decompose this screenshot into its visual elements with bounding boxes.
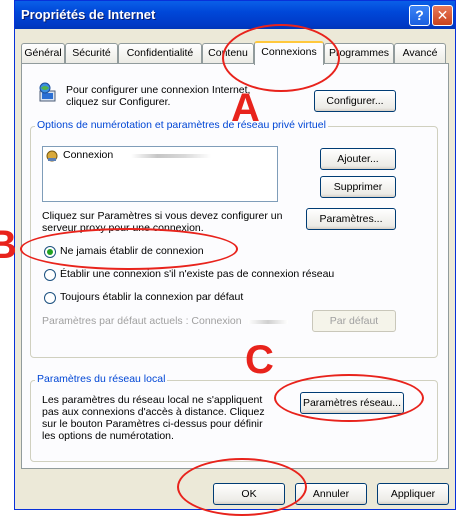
tab-security[interactable]: Sécurité <box>65 43 118 63</box>
annotation-ellipse-lan-settings <box>274 374 424 422</box>
blurred-text <box>131 154 211 158</box>
settings-button[interactable]: Paramètres... <box>306 208 396 230</box>
blurred-default-name <box>248 320 288 324</box>
annotation-letter-b: B <box>0 223 17 267</box>
close-button[interactable]: ✕ <box>432 5 453 26</box>
window-title: Propriétés de Internet <box>21 7 156 22</box>
tab-advanced[interactable]: Avancé <box>394 43 446 63</box>
set-default-button[interactable]: Par défaut <box>312 310 396 332</box>
radio-dial-when-no-network-label[interactable]: Établir une connexion s'il n'existe pas … <box>60 268 334 281</box>
title-bar[interactable]: Propriétés de Internet ? ✕ <box>15 1 455 29</box>
annotation-letter-a: A <box>231 86 260 130</box>
connections-list[interactable]: Connexion <box>42 146 278 202</box>
list-item[interactable]: Connexion <box>45 149 245 163</box>
current-default-label: Paramètres par défaut actuels : Connexio… <box>42 315 242 327</box>
connection-name: Connexion <box>63 149 114 161</box>
annotation-letter-c: C <box>245 338 274 382</box>
configure-button[interactable]: Configurer... <box>314 90 396 112</box>
apply-button[interactable]: Appliquer <box>377 483 449 505</box>
phone-connection-icon <box>45 149 59 163</box>
radio-dial-when-no-network[interactable] <box>44 269 56 281</box>
radio-always-dial[interactable] <box>44 292 56 304</box>
tab-privacy[interactable]: Confidentialité <box>118 43 202 63</box>
lan-group-legend: Paramètres du réseau local <box>35 373 168 385</box>
setup-text-2: cliquez sur Configurer. <box>66 96 171 108</box>
annotation-ellipse-never-dial <box>20 228 238 270</box>
annotation-ellipse-ok <box>177 458 307 516</box>
tab-connections[interactable]: Connexions <box>254 41 324 65</box>
tab-general[interactable]: Général <box>21 43 65 63</box>
remove-button[interactable]: Supprimer <box>320 176 396 198</box>
add-button[interactable]: Ajouter... <box>320 148 396 170</box>
lan-text-4: les options de numérotation. <box>42 430 174 442</box>
globe-computer-icon <box>37 82 59 104</box>
help-button[interactable]: ? <box>409 5 430 26</box>
radio-always-dial-label[interactable]: Toujours établir la connexion par défaut <box>60 291 243 304</box>
dialup-group-legend: Options de numérotation et paramètres de… <box>35 119 328 131</box>
